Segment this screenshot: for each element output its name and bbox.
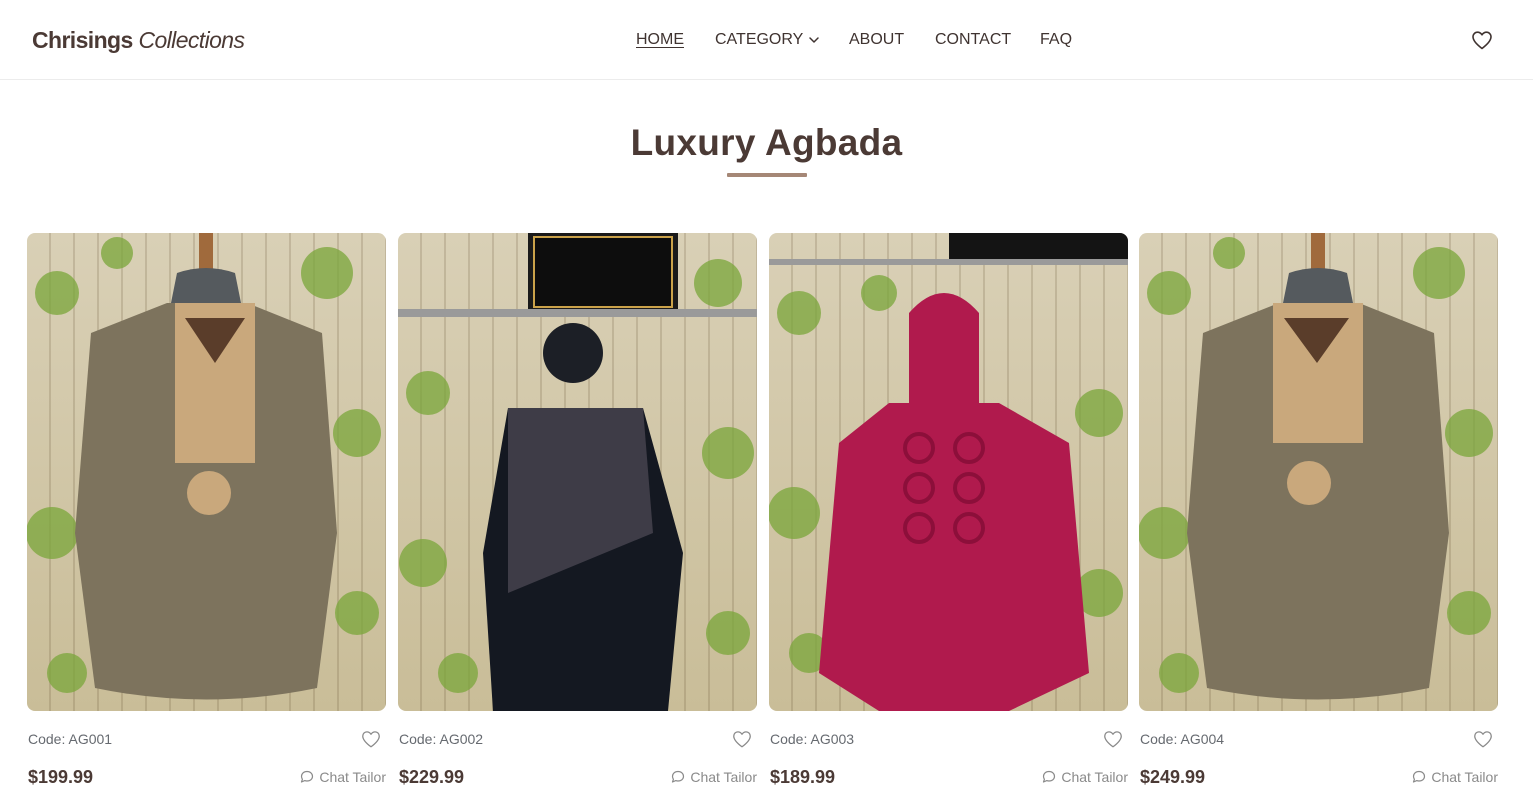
chat-tailor-label: Chat Tailor bbox=[319, 769, 386, 785]
nav-contact[interactable]: CONTACT bbox=[935, 29, 1011, 51]
brand-name: Chrisings bbox=[32, 27, 133, 53]
chat-tailor-label: Chat Tailor bbox=[690, 769, 757, 785]
favorite-heart-icon[interactable] bbox=[731, 728, 753, 750]
product-price: $189.99 bbox=[770, 767, 836, 787]
product-image[interactable] bbox=[27, 233, 386, 711]
product-card[interactable]: Code: AG003 $189.99 Chat Tailor bbox=[769, 233, 1128, 791]
title-underline bbox=[727, 173, 807, 177]
nav-category[interactable]: CATEGORY bbox=[715, 29, 821, 51]
nav-category-label: CATEGORY bbox=[715, 31, 804, 48]
chat-tailor-link[interactable]: Chat Tailor bbox=[1411, 768, 1498, 786]
wishlist-heart-icon[interactable] bbox=[1470, 28, 1494, 52]
product-price: $249.99 bbox=[1140, 767, 1206, 787]
product-image[interactable] bbox=[398, 233, 757, 711]
chat-bubble-icon bbox=[672, 770, 685, 783]
chat-bubble-icon bbox=[1413, 770, 1426, 783]
product-image[interactable] bbox=[769, 233, 1128, 711]
chevron-down-icon bbox=[809, 37, 820, 43]
favorite-heart-icon[interactable] bbox=[360, 728, 382, 750]
product-code: Code: AG004 bbox=[1140, 731, 1225, 747]
product-code: Code: AG002 bbox=[399, 731, 484, 747]
product-photo-illustration bbox=[1139, 233, 1493, 700]
product-photo-illustration bbox=[398, 233, 757, 711]
product-code: Code: AG001 bbox=[28, 731, 113, 747]
product-card[interactable]: Code: AG004 $249.99 Chat Tailor bbox=[1139, 233, 1498, 791]
section-title: Luxury Agbada bbox=[630, 122, 903, 163]
product-photo-illustration bbox=[27, 233, 381, 700]
favorite-heart-icon[interactable] bbox=[1102, 728, 1124, 750]
product-price: $229.99 bbox=[399, 767, 465, 787]
nav-faq[interactable]: FAQ bbox=[1040, 29, 1072, 51]
product-image[interactable] bbox=[1139, 233, 1498, 711]
brand-subtitle: Collections bbox=[138, 27, 245, 53]
product-code: Code: AG003 bbox=[770, 731, 855, 747]
product-card[interactable]: Code: AG002 $229.99 Chat Tailor bbox=[398, 233, 757, 791]
chat-bubble-icon bbox=[1043, 770, 1056, 783]
chat-tailor-label: Chat Tailor bbox=[1061, 769, 1128, 785]
chat-tailor-link[interactable]: Chat Tailor bbox=[1041, 768, 1128, 786]
favorite-heart-icon[interactable] bbox=[1472, 728, 1494, 750]
chat-tailor-link[interactable]: Chat Tailor bbox=[299, 768, 386, 786]
nav-home[interactable]: HOME bbox=[636, 29, 684, 51]
product-photo-illustration bbox=[769, 233, 1128, 711]
product-price: $199.99 bbox=[28, 767, 94, 787]
nav-about[interactable]: ABOUT bbox=[849, 29, 904, 51]
chat-tailor-link[interactable]: Chat Tailor bbox=[670, 768, 757, 786]
chat-bubble-icon bbox=[301, 770, 314, 783]
site-header: Chrisings Collections HOME CATEGORY ABOU… bbox=[0, 0, 1533, 80]
product-card[interactable]: Code: AG001 $199.99 Chat Tailor bbox=[27, 233, 386, 791]
brand-logo[interactable]: Chrisings Collections bbox=[32, 26, 245, 54]
chat-tailor-label: Chat Tailor bbox=[1431, 769, 1498, 785]
